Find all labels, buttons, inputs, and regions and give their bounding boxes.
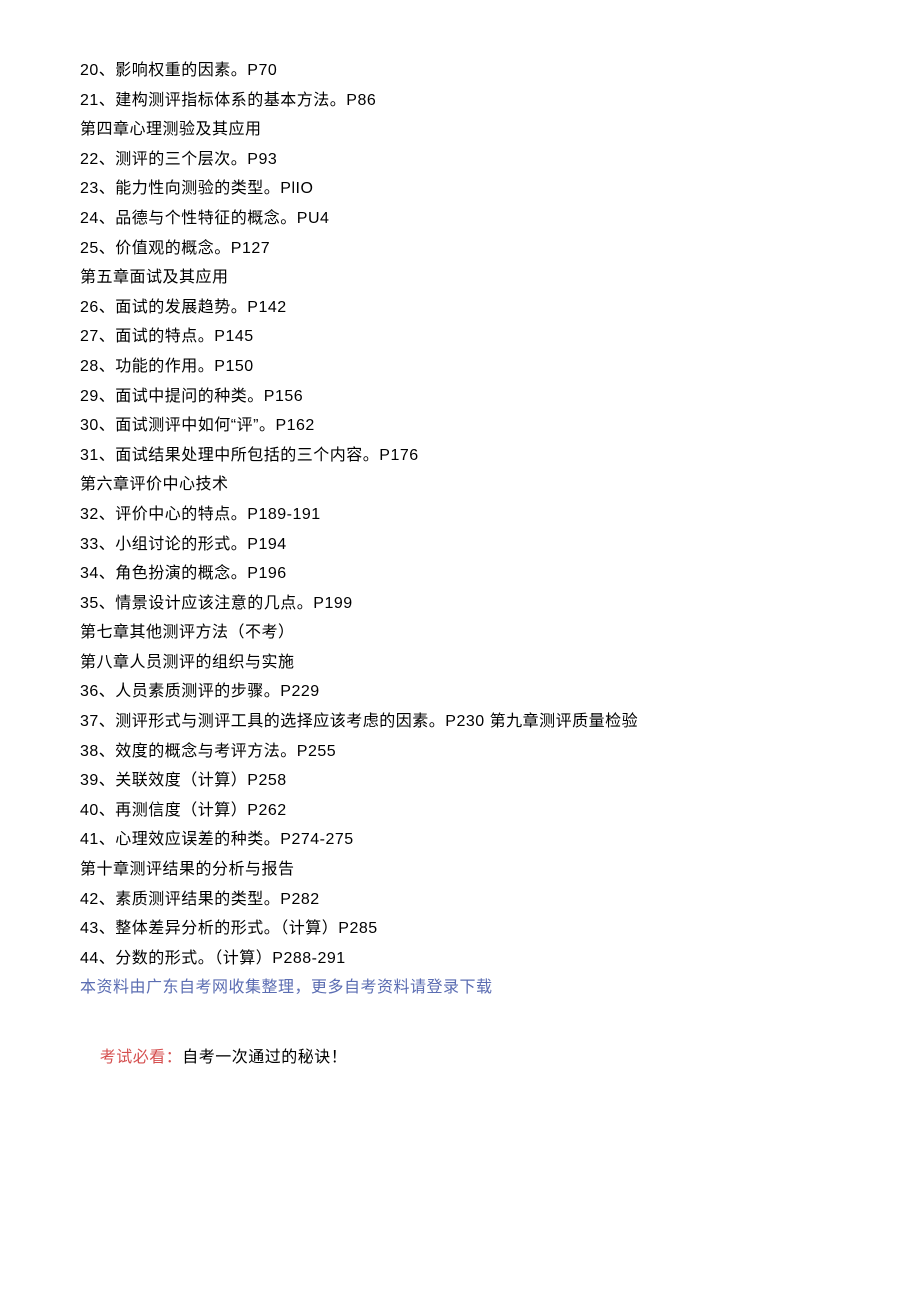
content-line: 44、分数的形式。（计算）P288-291	[80, 944, 840, 974]
content-line: 29、面试中提问的种类。P156	[80, 382, 840, 412]
section-heading: 第五章面试及其应用	[80, 263, 840, 293]
content-line: 30、面试测评中如何“评”。P162	[80, 411, 840, 441]
section-heading: 第十章测评结果的分析与报告	[80, 855, 840, 885]
content-line: 40、再测信度（计算）P262	[80, 796, 840, 826]
content-line: 37、测评形式与测评工具的选择应该考虑的因素。P230 第九章测评质量检验	[80, 707, 840, 737]
content-line: 26、面试的发展趋势。P142	[80, 293, 840, 323]
section-heading: 第四章心理测验及其应用	[80, 115, 840, 145]
content-line: 31、面试结果处理中所包括的三个内容。P176	[80, 441, 840, 471]
content-line: 35、情景设计应该注意的几点。P199	[80, 589, 840, 619]
content-line: 42、素质测评结果的类型。P282	[80, 885, 840, 915]
footer-source-note: 本资料由广东自考网收集整理，更多自考资料请登录下载	[80, 973, 840, 1003]
content-line: 28、功能的作用。P150	[80, 352, 840, 382]
spacer	[80, 1003, 840, 1013]
footer-black-text: 自考一次通过的秘诀！	[182, 1049, 347, 1066]
content-line: 22、测评的三个层次。P93	[80, 145, 840, 175]
content-line: 23、能力性向测验的类型。PlIO	[80, 174, 840, 204]
content-line: 21、建构测评指标体系的基本方法。P86	[80, 86, 840, 116]
document-page: 20、影响权重的因素。P70 21、建构测评指标体系的基本方法。P86 第四章心…	[0, 0, 920, 1182]
content-line: 20、影响权重的因素。P70	[80, 56, 840, 86]
content-line: 27、面试的特点。P145	[80, 322, 840, 352]
content-line: 36、人员素质测评的步骤。P229	[80, 677, 840, 707]
content-line: 41、心理效应误差的种类。P274-275	[80, 825, 840, 855]
content-line: 33、小组讨论的形式。P194	[80, 530, 840, 560]
footer-red-label: 考试必看：	[100, 1049, 183, 1066]
section-heading: 第六章评价中心技术	[80, 470, 840, 500]
content-line: 38、效度的概念与考评方法。P255	[80, 737, 840, 767]
content-line: 43、整体差异分析的形式。（计算）P285	[80, 914, 840, 944]
section-heading: 第七章其他测评方法（不考）	[80, 618, 840, 648]
content-line: 39、关联效度（计算）P258	[80, 766, 840, 796]
content-line: 25、价值观的概念。P127	[80, 234, 840, 264]
content-line: 32、评价中心的特点。P189-191	[80, 500, 840, 530]
content-line: 24、品德与个性特征的概念。PU4	[80, 204, 840, 234]
content-line: 34、角色扮演的概念。P196	[80, 559, 840, 589]
footer-exam-note: 考试必看：自考一次通过的秘诀！	[80, 1013, 840, 1102]
section-heading: 第八章人员测评的组织与实施	[80, 648, 840, 678]
